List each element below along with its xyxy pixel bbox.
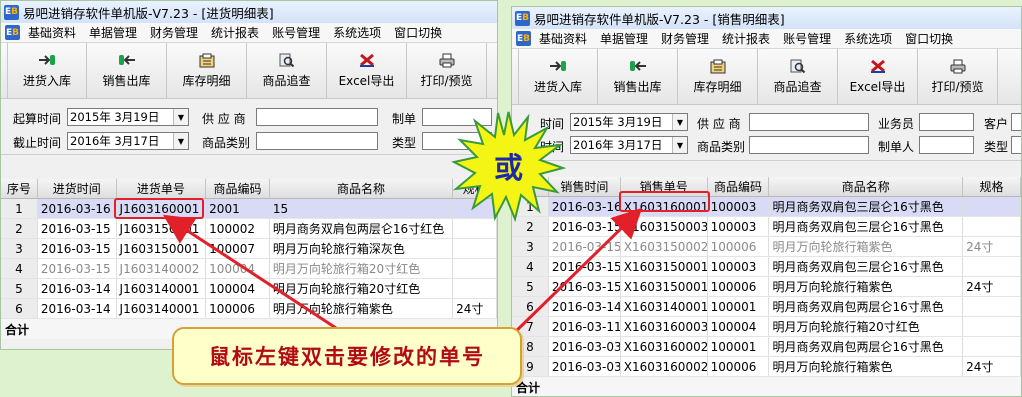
arrow-to-sales-order [508, 207, 643, 339]
or-badge-text: 或 [493, 150, 523, 185]
instruction-callout: 鼠标左键双击要修改的单号 [172, 327, 522, 385]
arrow-to-purchase-order [162, 214, 337, 330]
